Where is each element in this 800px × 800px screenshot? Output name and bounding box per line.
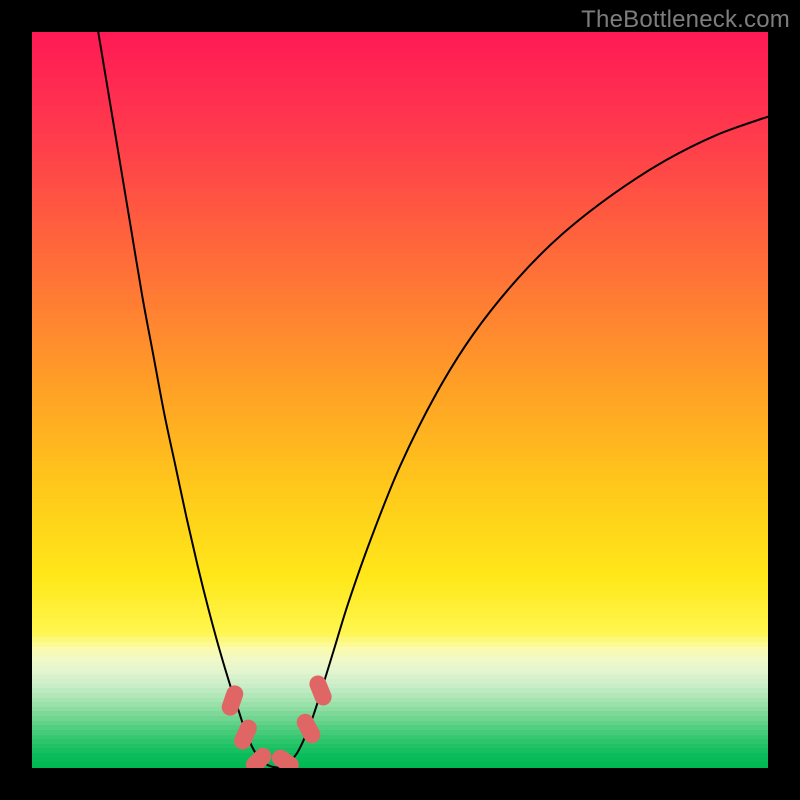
- chart-frame: TheBottleneck.com: [0, 0, 800, 800]
- data-marker: [231, 717, 259, 752]
- data-marker: [293, 711, 322, 746]
- watermark-text: TheBottleneck.com: [581, 6, 790, 34]
- data-marker: [269, 746, 303, 768]
- data-marker: [220, 683, 246, 718]
- data-markers: [32, 32, 768, 768]
- data-marker: [307, 673, 334, 708]
- plot-area: [32, 32, 768, 768]
